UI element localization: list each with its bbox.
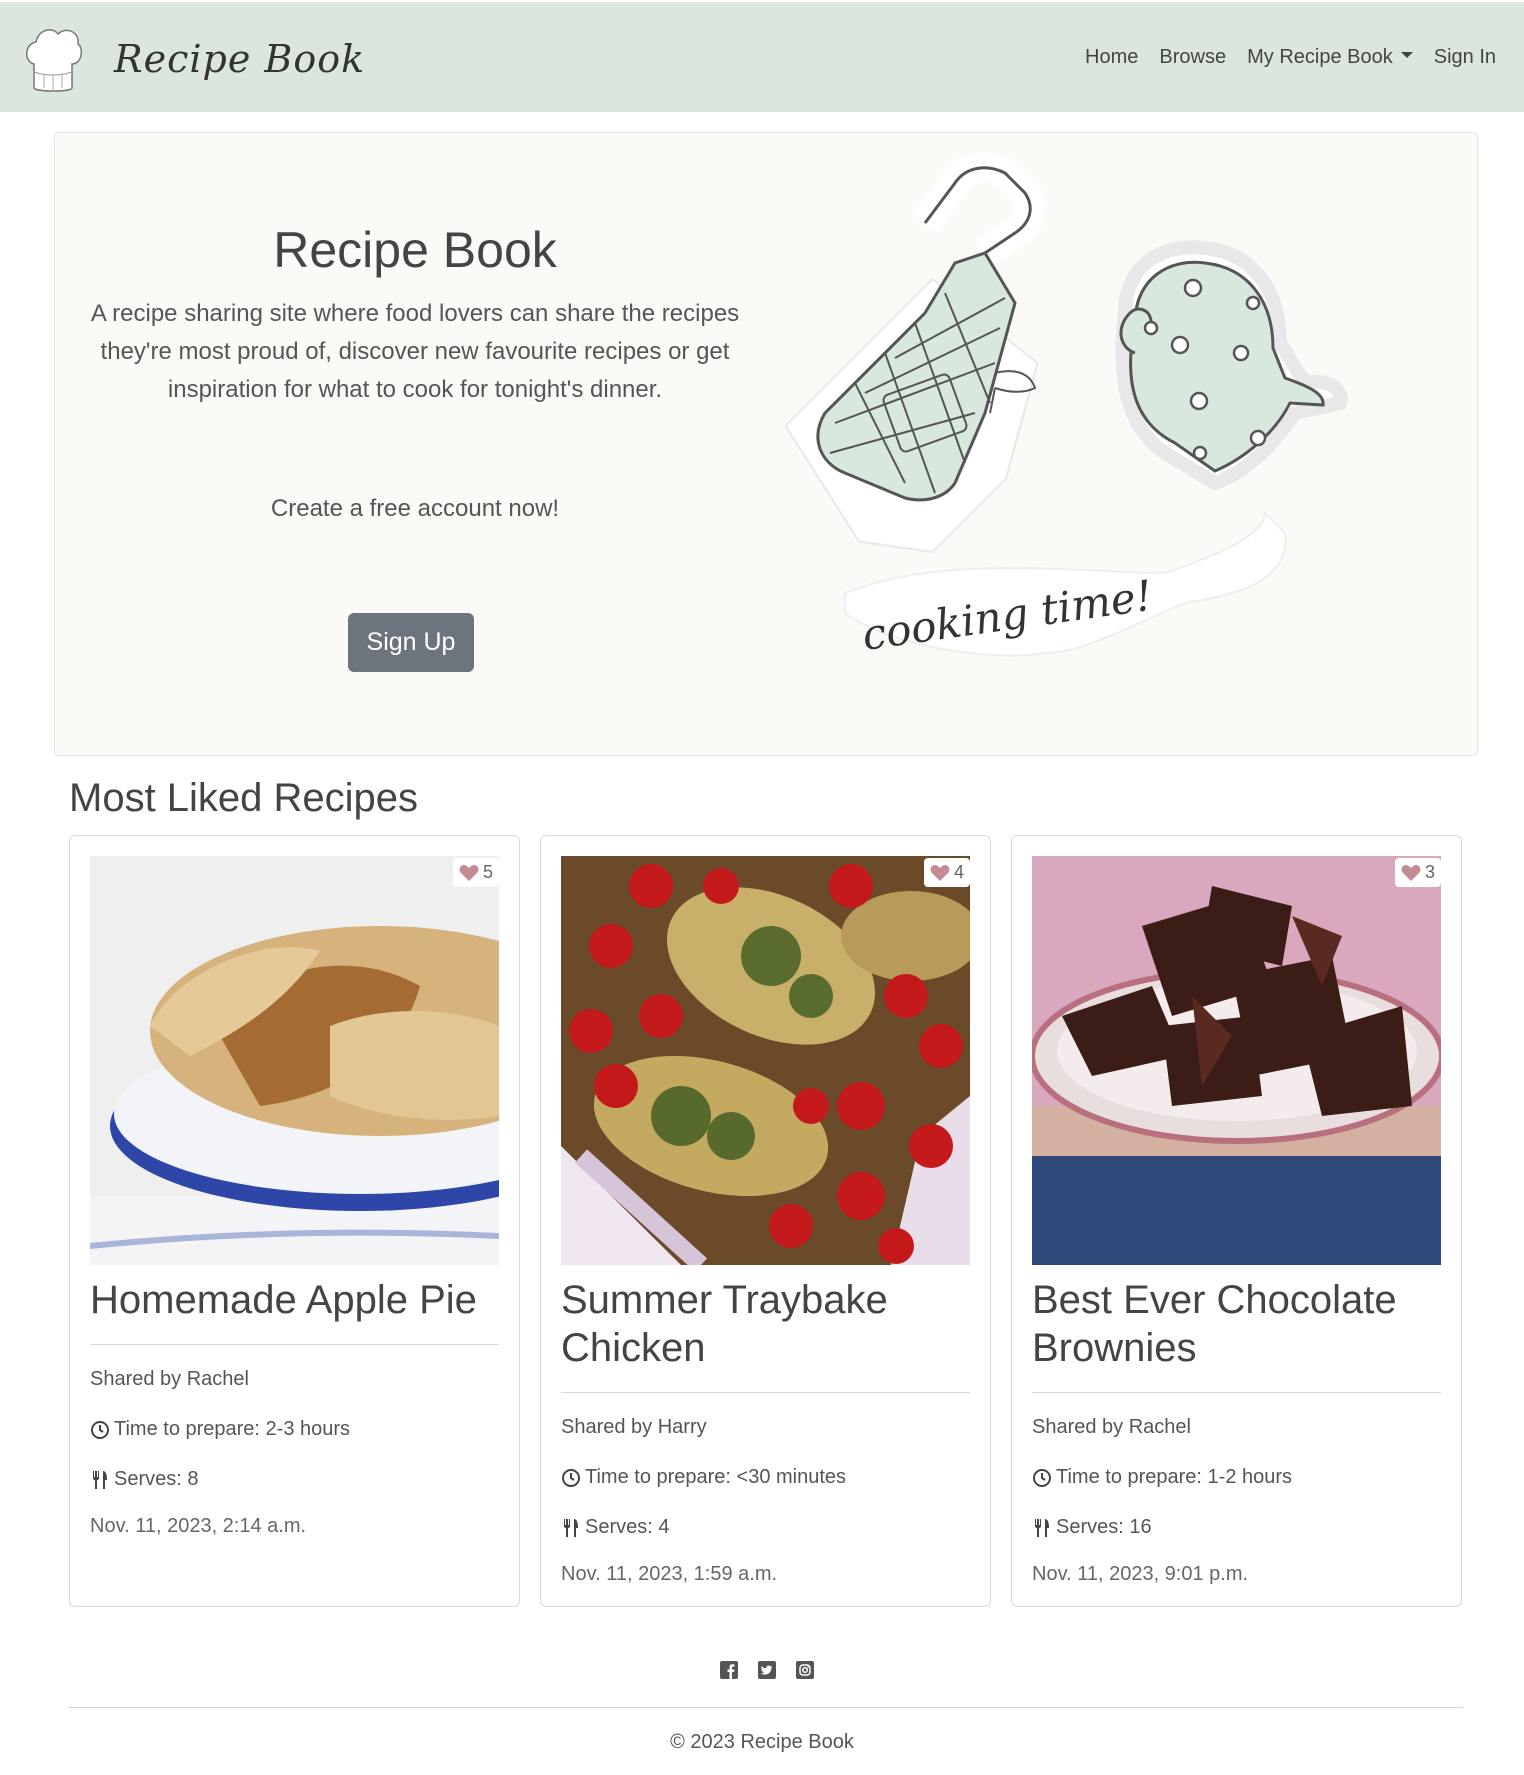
serves: Serves: 8: [90, 1468, 198, 1491]
prep-time-text: Time to prepare: 1-2 hours: [1056, 1466, 1293, 1488]
recipe-date: Nov. 11, 2023, 9:01 p.m.: [1032, 1563, 1249, 1585]
facebook-icon[interactable]: [720, 1661, 738, 1679]
heart-icon: [459, 864, 479, 881]
like-count: 5: [482, 862, 493, 882]
oven-mitt-icon: [1115, 240, 1348, 491]
apron-and-oven-mitt-illustration: cooking time!: [785, 153, 1348, 660]
prep-time-text: Time to prepare: <30 minutes: [585, 1466, 847, 1488]
footer-divider: [69, 1707, 1463, 1708]
recipe-image-traybake-chicken[interactable]: 4: [561, 856, 970, 1265]
nav-sign-in-link[interactable]: Sign In: [1434, 46, 1496, 69]
recipe-title[interactable]: Summer Traybake Chicken: [561, 1276, 970, 1372]
divider: [561, 1392, 970, 1393]
like-count: 4: [953, 862, 964, 882]
recipe-date: Nov. 11, 2023, 2:14 a.m.: [90, 1515, 307, 1537]
shared-by-text: Shared by Rachel: [1032, 1416, 1191, 1438]
prep-time: Time to prepare: 2-3 hours: [90, 1418, 350, 1441]
shared-by-text: Shared by Rachel: [90, 1368, 249, 1390]
like-badge[interactable]: 4: [923, 858, 970, 887]
prep-time: Time to prepare: <30 minutes: [561, 1466, 846, 1489]
brand-logo-link[interactable]: Recipe Book: [22, 24, 365, 94]
shared-by-text: Shared by Harry: [561, 1416, 707, 1438]
recipe-card[interactable]: 3 Best Ever Chocolate Brownies Shared by…: [1011, 835, 1462, 1607]
serves-text: Serves: 4: [585, 1516, 670, 1538]
recipe-date: Nov. 11, 2023, 1:59 a.m.: [561, 1563, 778, 1585]
nav-my-recipe-book-dropdown[interactable]: My Recipe Book: [1247, 46, 1413, 69]
serves: Serves: 4: [561, 1516, 669, 1539]
twitter-icon[interactable]: [758, 1661, 776, 1679]
hero-description: A recipe sharing site where food lovers …: [90, 300, 740, 403]
divider: [90, 1344, 499, 1345]
utensils-icon: [1035, 1518, 1049, 1537]
recipe-card[interactable]: 5 Homemade Apple Pie Shared by Rachel Ti…: [69, 835, 520, 1607]
shared-by: Shared by Harry: [561, 1416, 707, 1439]
clock-icon: [562, 1468, 580, 1487]
divider: [1032, 1392, 1441, 1393]
nav-links: Home Browse My Recipe Book Sign In: [1085, 46, 1496, 69]
chef-hat-icon: [26, 29, 83, 92]
heart-icon: [1401, 864, 1421, 881]
section-title: Most Liked Recipes: [69, 776, 419, 820]
shared-by: Shared by Rachel: [1032, 1416, 1191, 1439]
nav-my-recipe-book-label: My Recipe Book: [1247, 46, 1393, 68]
apron-icon: [785, 153, 1046, 554]
utensils-icon: [564, 1518, 578, 1537]
recipe-title[interactable]: Homemade Apple Pie: [90, 1276, 499, 1324]
nav-browse-link[interactable]: Browse: [1159, 46, 1226, 69]
recipe-image-apple-pie[interactable]: 5: [90, 856, 499, 1265]
like-badge[interactable]: 3: [1394, 858, 1441, 887]
prep-time: Time to prepare: 1-2 hours: [1032, 1466, 1292, 1489]
navbar: Recipe Book Home Browse My Recipe Book S…: [0, 0, 1524, 112]
heart-icon: [930, 864, 950, 881]
clock-icon: [1033, 1468, 1051, 1487]
like-badge[interactable]: 5: [452, 858, 499, 887]
sign-up-button[interactable]: Sign Up: [348, 613, 474, 672]
hero-cta-text: Create a free account now!: [270, 495, 560, 522]
nav-home-link[interactable]: Home: [1085, 46, 1138, 69]
recipe-title[interactable]: Best Ever Chocolate Brownies: [1032, 1276, 1441, 1372]
like-count: 3: [1424, 862, 1435, 882]
hero-section: Recipe Book A recipe sharing site where …: [54, 132, 1478, 756]
serves: Serves: 16: [1032, 1516, 1152, 1539]
shared-by: Shared by Rachel: [90, 1368, 249, 1391]
copyright-text: © 2023 Recipe Book: [670, 1731, 854, 1753]
serves-text: Serves: 16: [1056, 1516, 1152, 1538]
recipe-card[interactable]: 4 Summer Traybake Chicken Shared by Harr…: [540, 835, 991, 1607]
caret-down-icon: [1400, 51, 1413, 58]
social-links: [720, 1661, 814, 1679]
recipe-image-chocolate-brownies[interactable]: 3: [1032, 856, 1441, 1265]
prep-time-text: Time to prepare: 2-3 hours: [114, 1418, 351, 1440]
brand-name: Recipe Book: [114, 37, 366, 81]
utensils-icon: [93, 1470, 107, 1489]
instagram-icon[interactable]: [796, 1661, 814, 1679]
serves-text: Serves: 8: [114, 1468, 199, 1490]
clock-icon: [91, 1420, 109, 1439]
hero-title: Recipe Book: [273, 222, 557, 278]
